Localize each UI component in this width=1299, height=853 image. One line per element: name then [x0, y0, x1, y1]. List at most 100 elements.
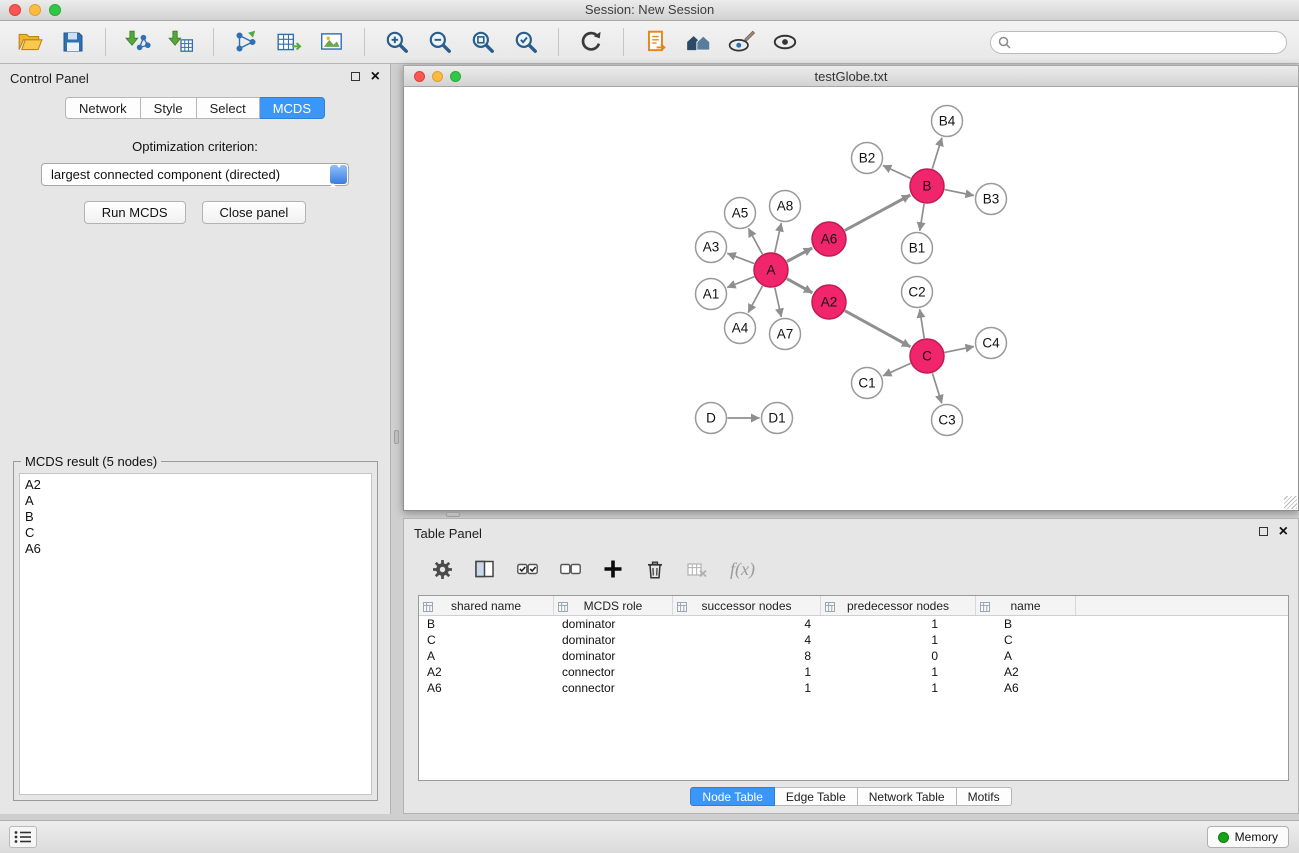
memory-button[interactable]: Memory [1207, 826, 1289, 848]
delete-table-button[interactable] [687, 560, 708, 579]
edge-B-B2[interactable] [883, 165, 911, 178]
export-table-button[interactable] [271, 25, 307, 59]
result-item-B[interactable]: B [25, 509, 366, 525]
node-table[interactable]: shared nameMCDS rolesuccessor nodesprede… [418, 595, 1289, 781]
graph-node-A4[interactable]: A4 [725, 313, 756, 344]
edge-B-B3[interactable] [945, 190, 974, 196]
float-table-panel-icon[interactable] [1259, 527, 1268, 536]
tab-node-table[interactable]: Node Table [690, 787, 775, 806]
graph-node-D[interactable]: D [696, 403, 727, 434]
refresh-view-button[interactable] [573, 25, 609, 59]
edge-B-B1[interactable] [920, 204, 924, 231]
edge-A-A4[interactable] [748, 286, 762, 313]
table-row-B[interactable]: Bdominator41B [419, 616, 1288, 632]
zoom-fit-button[interactable] [465, 25, 501, 59]
close-panel-button[interactable]: Close panel [202, 201, 307, 224]
tab-style[interactable]: Style [141, 97, 197, 119]
edge-A6-B[interactable] [845, 195, 911, 230]
zoom-selected-button[interactable] [508, 25, 544, 59]
search-input[interactable] [990, 31, 1287, 54]
result-item-A[interactable]: A [25, 493, 366, 509]
edge-C-C1[interactable] [883, 363, 911, 375]
graph-node-C3[interactable]: C3 [932, 405, 963, 436]
edge-A2-C[interactable] [845, 311, 911, 347]
edge-C-C2[interactable] [920, 309, 925, 338]
graph-node-B2[interactable]: B2 [852, 143, 883, 174]
result-item-A6[interactable]: A6 [25, 541, 366, 557]
tab-edge-table[interactable]: Edge Table [775, 787, 858, 806]
graph-node-A8[interactable]: A8 [770, 191, 801, 222]
import-network-from-file-button[interactable] [120, 25, 156, 59]
edge-A-A7[interactable] [775, 288, 782, 317]
table-row-A6[interactable]: A6connector11A6 [419, 680, 1288, 696]
edge-A-A8[interactable] [775, 223, 782, 252]
tab-motifs[interactable]: Motifs [957, 787, 1012, 806]
edge-C-C4[interactable] [945, 347, 974, 353]
column-header-MCDS-role[interactable]: MCDS role [554, 596, 673, 615]
column-header-predecessor-nodes[interactable]: predecessor nodes [821, 596, 976, 615]
graph-node-B[interactable]: B [910, 169, 944, 203]
graph-node-A7[interactable]: A7 [770, 319, 801, 350]
zoom-network-window-button[interactable] [450, 71, 461, 82]
mcds-result-list[interactable]: A2ABCA6 [19, 473, 372, 795]
graph-node-B4[interactable]: B4 [932, 106, 963, 137]
export-network-button[interactable] [228, 25, 264, 59]
minimize-window-button[interactable] [29, 4, 41, 16]
network-canvas[interactable]: B4B2BB3A5A8A6B1A3AC2A1A2A4A7C4CC1C3DD1 [403, 87, 1299, 511]
optimization-criterion-dropdown[interactable]: largest connected component (directed) [41, 163, 349, 186]
float-panel-icon[interactable] [351, 72, 360, 81]
import-table-from-file-button[interactable] [163, 25, 199, 59]
home-button[interactable] [681, 25, 717, 59]
graph-node-A1[interactable]: A1 [696, 279, 727, 310]
function-builder-button[interactable]: f(x) [730, 559, 755, 580]
column-header-shared-name[interactable]: shared name [419, 596, 554, 615]
add-row-button[interactable] [603, 559, 623, 579]
graph-node-C2[interactable]: C2 [902, 277, 933, 308]
close-table-panel-icon[interactable]: × [1279, 526, 1288, 537]
save-session-button[interactable] [55, 25, 91, 59]
style-preview-button[interactable] [724, 25, 760, 59]
close-window-button[interactable] [9, 4, 21, 16]
graph-node-A3[interactable]: A3 [696, 232, 727, 263]
edge-C-C3[interactable] [932, 373, 941, 403]
zoom-out-button[interactable] [422, 25, 458, 59]
splitter-handle-vertical[interactable] [394, 430, 399, 444]
tab-select[interactable]: Select [197, 97, 260, 119]
edge-A-A3[interactable] [727, 253, 754, 263]
close-network-window-button[interactable] [414, 71, 425, 82]
network-window-titlebar[interactable]: testGlobe.txt [403, 65, 1299, 87]
select-all-rows-button[interactable] [517, 561, 538, 577]
run-mcds-button[interactable]: Run MCDS [84, 201, 186, 224]
table-row-A[interactable]: Adominator80A [419, 648, 1288, 664]
task-history-button[interactable] [9, 826, 37, 848]
open-session-file-button[interactable] [638, 25, 674, 59]
graph-node-D1[interactable]: D1 [762, 403, 793, 434]
edge-A-A6[interactable] [787, 248, 812, 262]
graph-node-C4[interactable]: C4 [976, 328, 1007, 359]
column-header-name[interactable]: name [976, 596, 1076, 615]
splitter-handle-horizontal[interactable] [446, 512, 460, 517]
edge-A-A2[interactable] [787, 279, 813, 293]
show-hide-graphics-button[interactable] [767, 25, 803, 59]
graph-node-A5[interactable]: A5 [725, 198, 756, 229]
graph-node-B1[interactable]: B1 [902, 233, 933, 264]
toggle-columns-button[interactable] [475, 559, 495, 579]
result-item-A2[interactable]: A2 [25, 477, 366, 493]
graph-node-B3[interactable]: B3 [976, 184, 1007, 215]
graph-node-A6[interactable]: A6 [812, 222, 846, 256]
zoom-window-button[interactable] [49, 4, 61, 16]
edge-A-A1[interactable] [727, 277, 754, 288]
column-header-successor-nodes[interactable]: successor nodes [673, 596, 821, 615]
tab-network-table[interactable]: Network Table [858, 787, 957, 806]
deselect-all-rows-button[interactable] [560, 561, 581, 577]
graph-node-A2[interactable]: A2 [812, 285, 846, 319]
table-row-A2[interactable]: A2connector11A2 [419, 664, 1288, 680]
zoom-in-button[interactable] [379, 25, 415, 59]
export-image-button[interactable] [314, 25, 350, 59]
tab-network[interactable]: Network [65, 97, 141, 119]
graph-node-A[interactable]: A [754, 253, 788, 287]
graph-node-C1[interactable]: C1 [852, 368, 883, 399]
delete-rows-button[interactable] [645, 559, 665, 580]
resize-grip[interactable] [1284, 496, 1297, 509]
tab-mcds[interactable]: MCDS [260, 97, 325, 119]
